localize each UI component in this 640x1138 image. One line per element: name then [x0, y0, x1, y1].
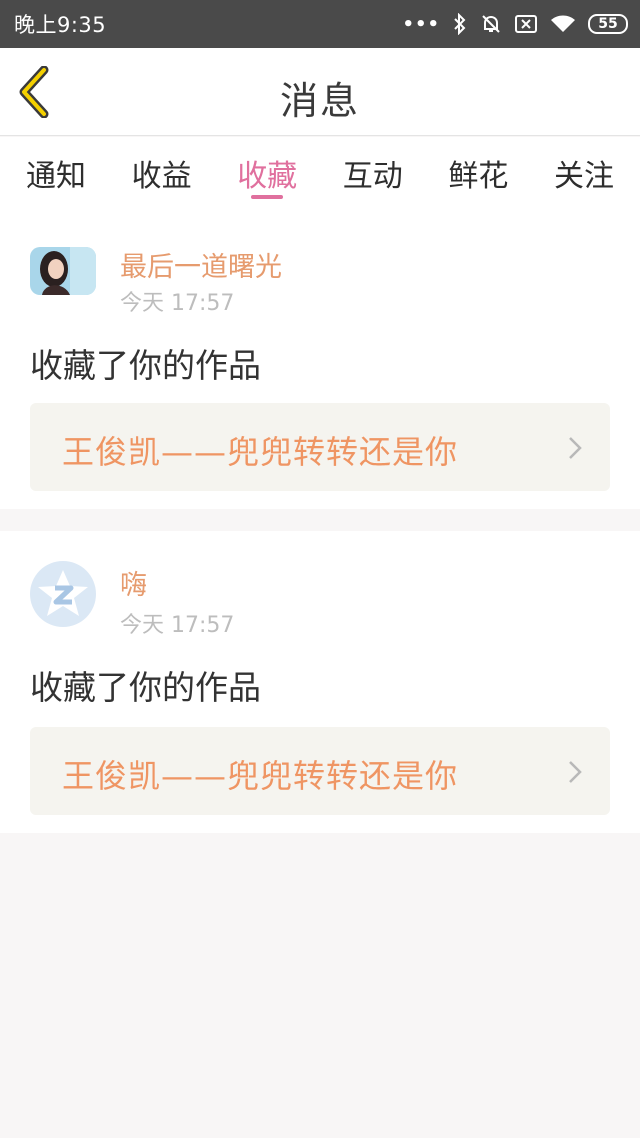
timestamp: 今天 17:57: [120, 291, 235, 316]
tab-label: 收益: [131, 159, 192, 194]
active-tab-indicator: [251, 195, 284, 199]
mute-bell-icon: [482, 15, 500, 33]
user-name[interactable]: 嗨: [120, 563, 147, 602]
more-dots-icon: •••: [402, 13, 440, 35]
avatar[interactable]: [30, 561, 96, 627]
page-title: 消息: [279, 79, 360, 123]
default-avatar-icon: [30, 561, 96, 627]
avatar[interactable]: [30, 247, 96, 295]
bluetooth-icon: [454, 13, 466, 35]
status-icons: ••• 55: [402, 13, 628, 35]
work-title: 王俊凯——兜兜转转还是你: [62, 757, 459, 795]
message-card: 最后一道曙光 今天 17:57 收藏了你的作品 王俊凯——兜兜转转还是你: [0, 207, 640, 509]
tab-notice[interactable]: 通知: [26, 137, 86, 207]
user-photo-icon: [30, 247, 96, 295]
tab-interaction[interactable]: 互动: [343, 137, 403, 207]
tab-earnings[interactable]: 收益: [132, 137, 192, 207]
status-time: 晚上9:35: [14, 13, 107, 37]
tab-label: 收藏: [237, 159, 298, 194]
chevron-right-icon: [569, 761, 582, 783]
chevron-right-icon: [569, 437, 582, 459]
wifi-icon: [551, 15, 575, 32]
tab-favorites[interactable]: 收藏: [237, 137, 297, 207]
tab-label: 通知: [26, 159, 86, 194]
tab-follow[interactable]: 关注: [554, 137, 614, 207]
status-bar: 晚上9:35 ••• 55: [0, 0, 640, 48]
work-title: 王俊凯——兜兜转转还是你: [62, 433, 459, 471]
header: 消息: [0, 48, 640, 136]
tab-label: 关注: [553, 159, 614, 194]
tab-flowers[interactable]: 鲜花: [448, 137, 508, 207]
battery-indicator: 55: [588, 14, 628, 34]
work-link[interactable]: 王俊凯——兜兜转转还是你: [30, 403, 610, 491]
sim-error-icon: [515, 15, 537, 33]
timestamp: 今天 17:57: [120, 613, 235, 638]
tab-bar: 通知 收益 收藏 互动 鲜花 关注: [0, 137, 640, 207]
user-name[interactable]: 最后一道曙光: [120, 245, 282, 284]
tab-label: 互动: [342, 159, 403, 194]
message-card: 嗨 今天 17:57 收藏了你的作品 王俊凯——兜兜转转还是你: [0, 531, 640, 833]
action-text: 收藏了你的作品: [30, 668, 261, 707]
work-link[interactable]: 王俊凯——兜兜转转还是你: [30, 727, 610, 815]
action-text: 收藏了你的作品: [30, 346, 261, 385]
tab-label: 鲜花: [448, 159, 509, 194]
